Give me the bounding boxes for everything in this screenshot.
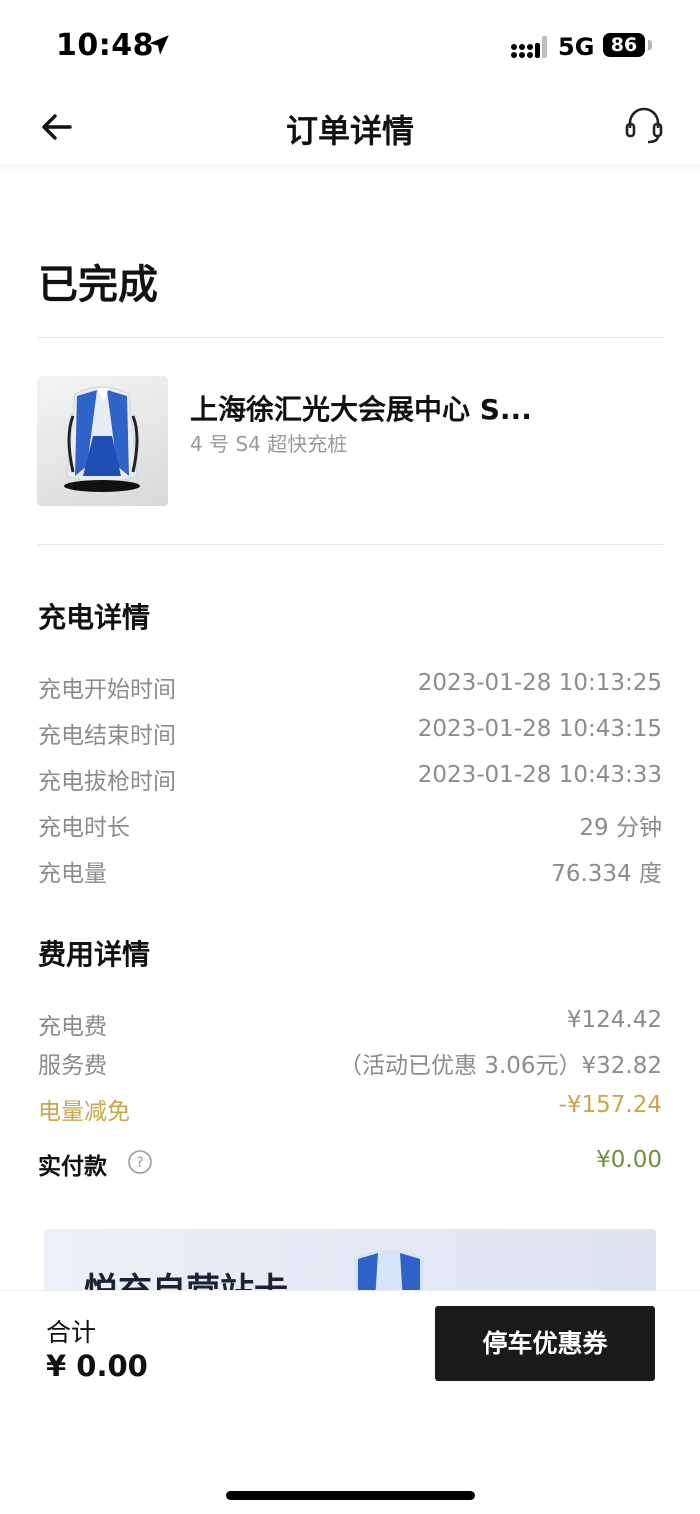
charging-pile-graphic bbox=[64, 386, 140, 492]
total-label: 合计 bbox=[46, 1318, 97, 1347]
parking-coupon-button[interactable]: 停车优惠券 bbox=[435, 1306, 655, 1381]
charge-fee-value: ¥124.42 bbox=[566, 1007, 662, 1033]
station-name[interactable]: 上海徐汇光大会展中心 S... bbox=[190, 388, 532, 428]
charging-pile-image bbox=[37, 376, 168, 506]
unplug-time-value: 2023-01-28 10:43:33 bbox=[417, 762, 662, 788]
charging-pile-graphic bbox=[354, 1250, 424, 1291]
station-pile-label: 4 号 S4 超快充桩 bbox=[190, 432, 348, 456]
divider bbox=[38, 544, 663, 545]
svg-text:?: ? bbox=[136, 1155, 143, 1171]
charge-end-value: 2023-01-28 10:43:15 bbox=[417, 716, 662, 742]
battery-indicator: 86 bbox=[603, 33, 645, 57]
service-fee-label: 服务费 bbox=[38, 1053, 107, 1079]
charge-end-label: 充电结束时间 bbox=[38, 723, 176, 749]
paid-amount-value: ¥0.00 bbox=[596, 1147, 662, 1173]
charging-details-title: 充电详情 bbox=[38, 601, 151, 634]
energy-discount-value: -¥157.24 bbox=[558, 1092, 662, 1118]
network-label: 5G bbox=[558, 33, 595, 61]
fee-details-title: 费用详情 bbox=[38, 938, 151, 971]
page-title: 订单详情 bbox=[285, 112, 414, 150]
order-status: 已完成 bbox=[38, 262, 158, 308]
total-amount: ¥ 0.00 bbox=[46, 1349, 148, 1383]
charge-start-label: 充电开始时间 bbox=[38, 677, 176, 703]
bottom-bar: 合计 ¥ 0.00 停车优惠券 bbox=[0, 1290, 700, 1514]
headset-icon[interactable] bbox=[622, 104, 666, 148]
charge-duration-value: 29 分钟 bbox=[579, 815, 662, 841]
charge-duration-label: 充电时长 bbox=[38, 815, 130, 841]
battery-tip bbox=[648, 40, 652, 50]
charge-energy-value: 76.334 度 bbox=[551, 861, 662, 887]
question-circle-icon[interactable]: ? bbox=[127, 1149, 153, 1175]
unplug-time-label: 充电拔枪时间 bbox=[38, 769, 176, 795]
status-bar: 10:48 5G 86 bbox=[0, 0, 700, 90]
status-time: 10:48 bbox=[56, 28, 154, 63]
service-fee-value: （活动已优惠 3.06元）¥32.82 bbox=[339, 1053, 662, 1079]
signal-icon bbox=[511, 36, 547, 58]
promo-banner[interactable]: 悦充自营站卡 bbox=[44, 1229, 656, 1291]
charge-start-value: 2023-01-28 10:13:25 bbox=[417, 670, 662, 696]
charge-fee-label: 充电费 bbox=[38, 1014, 107, 1040]
charge-energy-label: 充电量 bbox=[38, 861, 107, 887]
energy-discount-label: 电量减免 bbox=[38, 1099, 130, 1125]
divider bbox=[38, 337, 663, 338]
nav-bar: 订单详情 bbox=[0, 90, 700, 164]
banner-text: 悦充自营站卡 bbox=[84, 1271, 288, 1291]
home-indicator[interactable] bbox=[226, 1491, 475, 1500]
location-arrow-icon bbox=[149, 35, 169, 55]
paid-amount-label: 实付款 bbox=[38, 1154, 107, 1180]
